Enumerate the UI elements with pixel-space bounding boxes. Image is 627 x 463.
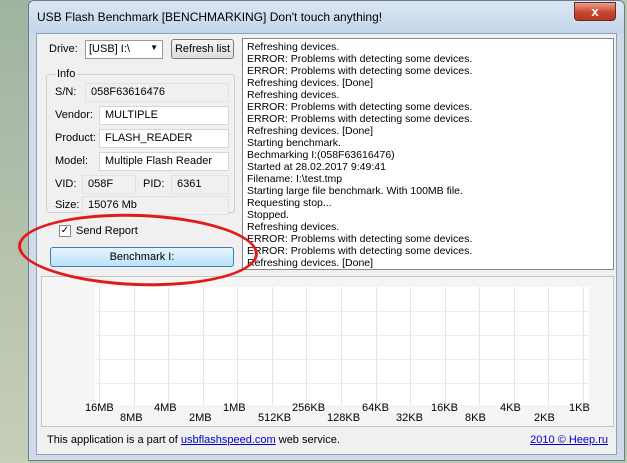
chart-gridline-vertical [306, 287, 307, 405]
pid-value: 6361 [177, 178, 202, 190]
vid-label: VID: [55, 178, 77, 190]
log-line: Refreshing devices. [247, 89, 340, 101]
send-report-checkbox[interactable]: ✓ [59, 225, 71, 237]
log-textbox[interactable]: Refreshing devices. ERROR: Problems with … [242, 38, 614, 270]
pid-label: PID: [143, 178, 165, 190]
chart-tick-label: 4KB [500, 402, 521, 414]
chart-tick-label: 16KB [431, 402, 458, 414]
model-value: Multiple Flash Reader [105, 155, 212, 167]
log-line: Requesting stop... [247, 197, 332, 209]
footer-suffix: web service. [275, 434, 340, 446]
desktop-background [0, 0, 30, 463]
model-label: Model: [55, 155, 89, 167]
chart-gridline-vertical [168, 287, 169, 405]
chart-tick-label: 8KB [465, 412, 486, 424]
drive-select-value: [USB] I:\ [89, 43, 130, 55]
log-line: Refreshing devices. [247, 41, 340, 53]
chart-tick-label: 512KB [258, 412, 292, 424]
vendor-label: Vendor: [55, 109, 93, 121]
chart-gridline-vertical [583, 287, 584, 405]
drive-select[interactable]: [USB] I:\ ▼ [85, 40, 163, 59]
chart-tick-label: 256KB [292, 402, 326, 414]
usbflashspeed-link[interactable]: usbflashspeed.com [181, 434, 276, 446]
chart-gridline-vertical [445, 287, 446, 405]
chart-gridline-vertical [514, 287, 515, 405]
vendor-value: MULTIPLE [105, 109, 158, 121]
sn-field: 058F63616476 [85, 83, 229, 102]
refresh-list-button[interactable]: Refresh list [171, 39, 234, 59]
log-line: ERROR: Problems with detecting some devi… [247, 245, 473, 257]
send-report-label[interactable]: Send Report [76, 225, 138, 237]
chart-tick-label: 2MB [189, 412, 212, 424]
app-window: USB Flash Benchmark [BENCHMARKING] Don't… [28, 0, 625, 461]
footer-prefix: This application is a part of [47, 434, 181, 446]
log-line: Refreshing devices. [Done] [247, 125, 374, 137]
chart-tick-label: 1MB [223, 402, 246, 414]
log-line: Stopped. [247, 209, 290, 221]
size-field: 15076 Mb [82, 196, 229, 215]
log-line: ERROR: Problems with detecting some devi… [247, 53, 473, 65]
vendor-field[interactable]: MULTIPLE [99, 106, 229, 125]
title-bar[interactable]: USB Flash Benchmark [BENCHMARKING] Don't… [29, 1, 624, 33]
close-button[interactable]: x [574, 2, 616, 21]
log-line: ERROR: Problems with detecting some devi… [247, 233, 473, 245]
chart-gridline-vertical [410, 287, 411, 405]
drive-label: Drive: [49, 43, 78, 55]
sn-value: 058F63616476 [91, 86, 166, 98]
footer-text: This application is a part of usbflashsp… [47, 434, 340, 446]
log-line: ERROR: Problems with detecting some devi… [247, 65, 473, 77]
log-line: ERROR: Problems with detecting some devi… [247, 113, 473, 125]
chart-gridline-horizontal [95, 383, 589, 384]
chart-gridline-vertical [548, 287, 549, 405]
model-field[interactable]: Multiple Flash Reader [99, 152, 229, 171]
chart-gridline-vertical [272, 287, 273, 405]
size-value: 15076 Mb [88, 199, 137, 211]
chart-gridline-vertical [134, 287, 135, 405]
size-label: Size: [55, 199, 80, 211]
chart-tick-label: 64KB [362, 402, 389, 414]
info-group-title: Info [55, 68, 78, 80]
log-line: Refreshing devices. [Done] [247, 257, 374, 269]
vid-field: 058F [82, 175, 136, 194]
log-line: ERROR: Problems with detecting some devi… [247, 101, 473, 113]
product-value: FLASH_READER [105, 132, 193, 144]
chart-tick-label: 8MB [120, 412, 143, 424]
window-title: USB Flash Benchmark [BENCHMARKING] Don't… [37, 10, 383, 24]
chart-tick-label: 128KB [327, 412, 361, 424]
chart-tick-label: 2KB [534, 412, 555, 424]
chart-tick-label: 1KB [569, 402, 590, 414]
chart-gridline-vertical [99, 287, 100, 405]
product-label: Product: [55, 132, 96, 144]
chart-gridline-vertical [237, 287, 238, 405]
chart-gridline-vertical [479, 287, 480, 405]
chart-tick-label: 16MB [85, 402, 114, 414]
chart-gridline-horizontal [95, 311, 589, 312]
chart-tick-label: 4MB [154, 402, 177, 414]
log-line: Refreshing devices. [Done] [247, 77, 374, 89]
log-line: Starting large file benchmark. With 100M… [247, 185, 463, 197]
log-line: Started at 28.02.2017 9:49:41 [247, 161, 386, 173]
log-line: Filename: I:\test.tmp [247, 173, 343, 185]
sn-label: S/N: [55, 86, 77, 98]
chart-gridline-vertical [203, 287, 204, 405]
chevron-down-icon: ▼ [150, 43, 158, 52]
pid-field: 6361 [171, 175, 229, 194]
log-line: Bechmarking I:(058F63616476) [247, 149, 395, 161]
heep-link[interactable]: 2010 © Heep.ru [530, 434, 608, 446]
chart-gridline-horizontal [95, 359, 589, 360]
chart-tick-label: 32KB [396, 412, 423, 424]
chart-gridline-vertical [376, 287, 377, 405]
benchmark-button[interactable]: Benchmark I: [50, 247, 234, 267]
log-line: Refreshing devices. [247, 221, 340, 233]
client-area: Drive: [USB] I:\ ▼ Refresh list Info S/N… [36, 33, 617, 455]
vid-value: 058F [88, 178, 114, 190]
log-line: Starting benchmark. [247, 137, 341, 149]
chart-gridline-vertical [341, 287, 342, 405]
chart-gridline-horizontal [95, 335, 589, 336]
product-field[interactable]: FLASH_READER [99, 129, 229, 148]
